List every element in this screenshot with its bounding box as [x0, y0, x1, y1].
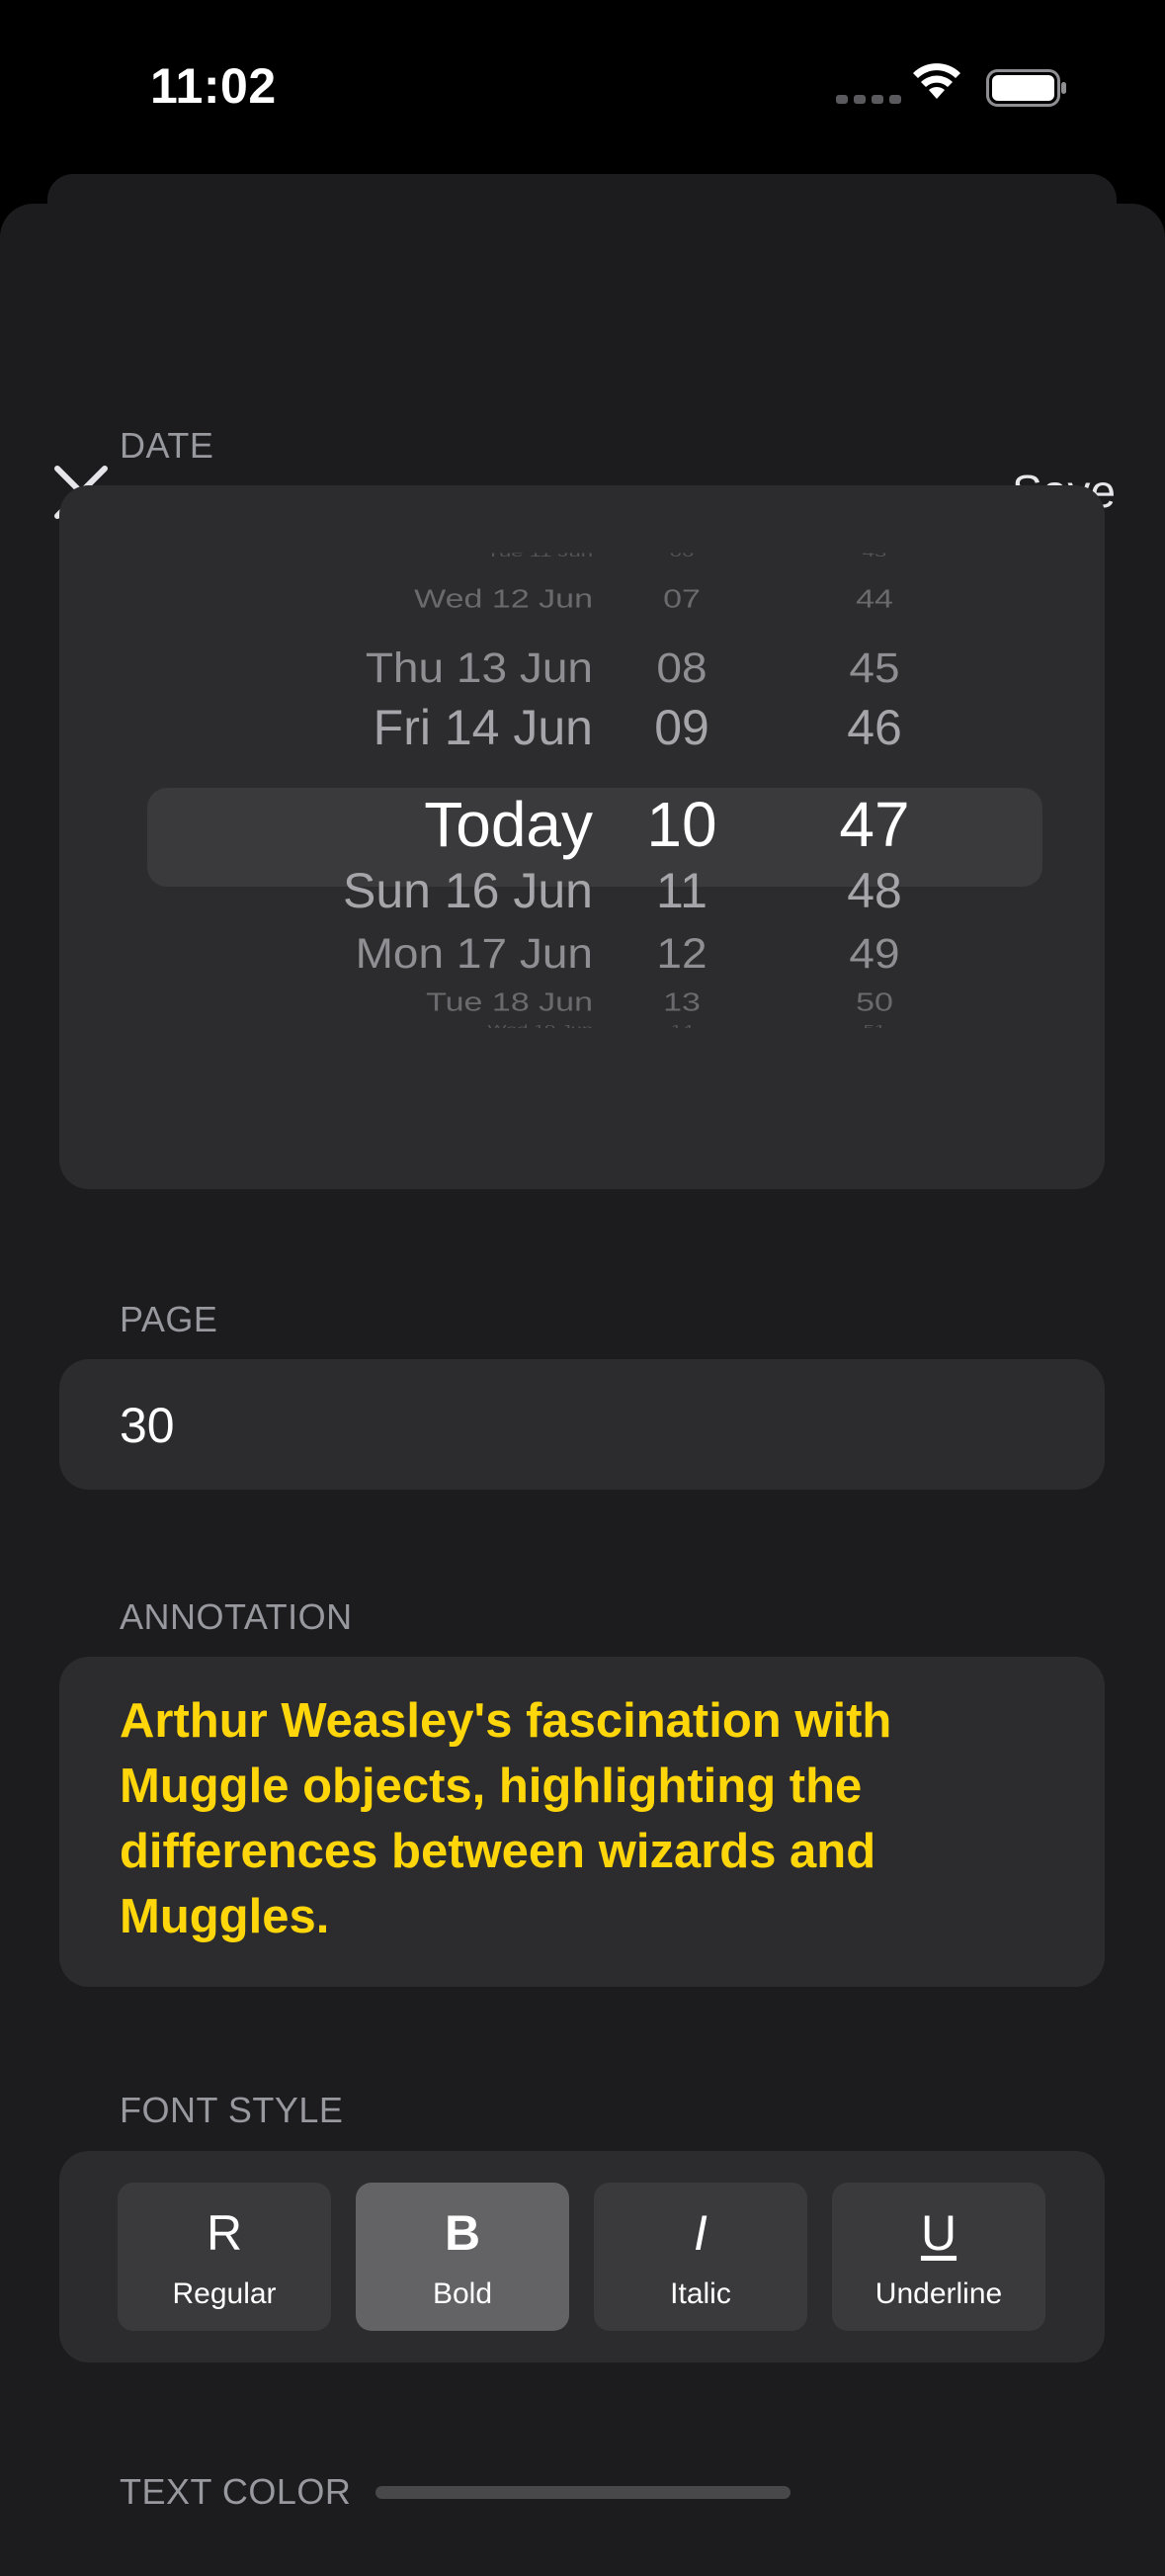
picker-row[interactable]: Tue 18 Jun: [59, 988, 593, 1017]
font-style-italic-button[interactable]: I Italic: [594, 2183, 807, 2331]
picker-row[interactable]: Sun 16 Jun: [59, 863, 593, 920]
regular-icon: R: [206, 2205, 243, 2261]
annotation-field[interactable]: Arthur Weasley's fascination with Muggle…: [59, 1657, 1105, 1987]
picker-row[interactable]: 08: [613, 644, 751, 692]
picker-row[interactable]: 45: [805, 644, 944, 692]
edit-sheet: Save DATE Tue 11 JunWed 12 JunThu 13 Jun…: [0, 204, 1165, 2576]
picker-row[interactable]: 12: [613, 929, 751, 978]
picker-row[interactable]: 51: [805, 1023, 944, 1028]
font-style-section-label: FONT STYLE: [120, 2090, 344, 2130]
picker-row[interactable]: Wed 12 Jun: [59, 585, 593, 614]
font-style-selector: R Regular B Bold I Italic U Underline: [59, 2151, 1105, 2362]
page-input-value[interactable]: 30: [120, 1397, 175, 1454]
picker-row[interactable]: 09: [613, 700, 751, 757]
picker-row[interactable]: 11: [613, 863, 751, 920]
picker-row[interactable]: Mon 17 Jun: [59, 929, 593, 978]
status-time: 11:02: [150, 58, 277, 114]
battery-icon: [986, 69, 1066, 107]
font-style-bold-button[interactable]: B Bold: [356, 2183, 569, 2331]
home-indicator: [375, 2486, 791, 2499]
text-color-section-label: TEXT COLOR: [120, 2471, 352, 2512]
font-style-label: Underline: [874, 2277, 1003, 2310]
picker-minute-column[interactable]: 43 44 45 46 4748 49 50 51: [805, 553, 944, 1159]
picker-row[interactable]: 43: [805, 553, 944, 558]
annotation-section-label: ANNOTATION: [120, 1596, 353, 1637]
picker-row[interactable]: Today: [59, 789, 593, 862]
picker-row[interactable]: 06: [613, 553, 751, 558]
font-style-label: Regular: [172, 2277, 277, 2310]
wifi-icon: [913, 63, 960, 99]
picker-row[interactable]: Tue 11 Jun: [59, 553, 593, 558]
picker-row[interactable]: 48: [805, 863, 944, 920]
font-style-label: Italic: [670, 2277, 731, 2310]
font-style-label: Bold: [432, 2277, 493, 2310]
picker-row[interactable]: 49: [805, 929, 944, 978]
page-field[interactable]: 30: [59, 1359, 1105, 1490]
annotation-text[interactable]: Arthur Weasley's fascination with Muggle…: [120, 1688, 1048, 1949]
bold-icon: B: [444, 2205, 481, 2261]
picker-row[interactable]: 46: [805, 700, 944, 757]
picker-row[interactable]: 07: [613, 585, 751, 614]
picker-row[interactable]: Wed 19 Jun: [59, 1023, 593, 1028]
picker-row[interactable]: 14: [613, 1023, 751, 1028]
picker-row[interactable]: 13: [613, 988, 751, 1017]
picker-row[interactable]: 50: [805, 988, 944, 1017]
date-section-label: DATE: [120, 425, 214, 466]
picker-row[interactable]: Thu 13 Jun: [59, 644, 593, 692]
font-style-underline-button[interactable]: U Underline: [832, 2183, 1045, 2331]
picker-row[interactable]: 47: [805, 789, 944, 862]
page-section-label: PAGE: [120, 1299, 218, 1339]
picker-row[interactable]: Fri 14 Jun: [59, 700, 593, 757]
italic-icon: I: [694, 2205, 707, 2261]
picker-date-column[interactable]: Tue 11 Jun Wed 12 Jun Thu 13 Jun Fri 14 Jun…: [59, 553, 593, 1159]
font-style-regular-button[interactable]: R Regular: [118, 2183, 331, 2331]
signal-icon: [836, 95, 901, 104]
picker-row[interactable]: 10: [613, 789, 751, 862]
date-picker[interactable]: Tue 11 Jun Wed 12 Jun Thu 13 Jun Fri 14 Jun…: [59, 485, 1105, 1189]
picker-hour-column[interactable]: 06 07 08 09 1011 12 13 14: [613, 553, 751, 1159]
underline-icon: U: [920, 2205, 957, 2261]
picker-row[interactable]: 44: [805, 585, 944, 614]
